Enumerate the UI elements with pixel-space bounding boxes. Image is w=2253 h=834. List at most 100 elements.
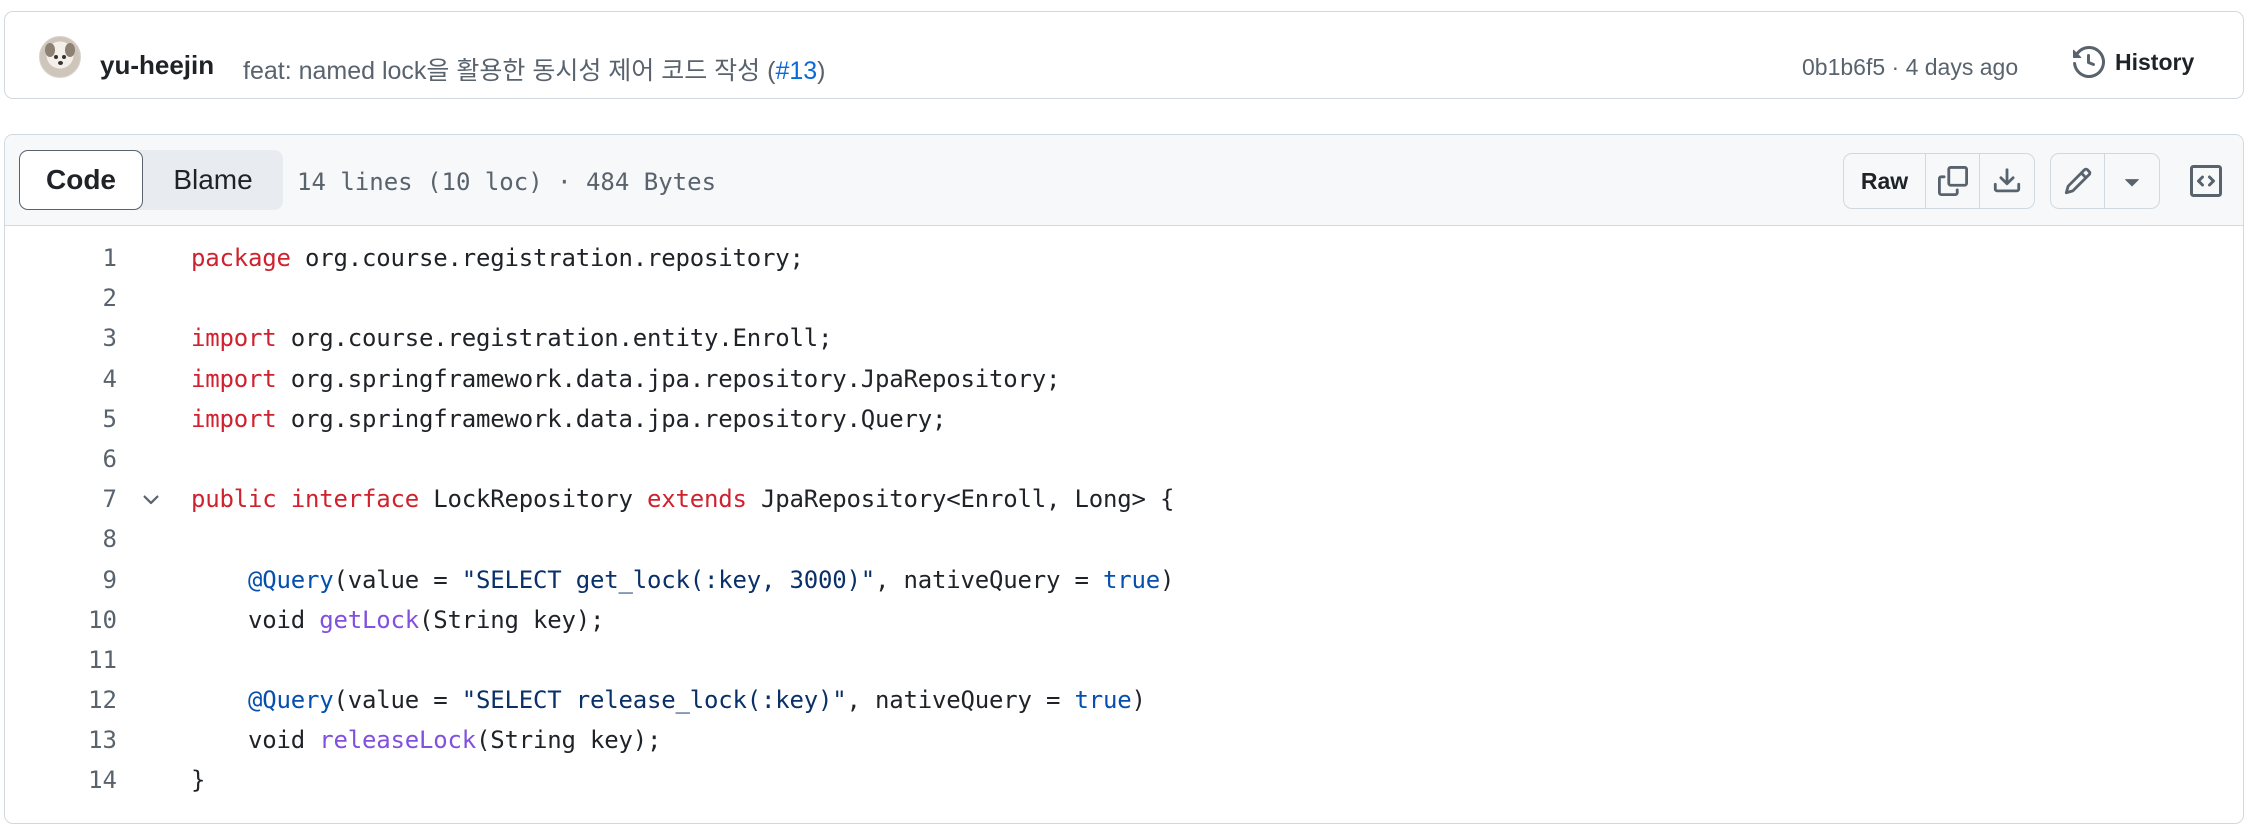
code-line[interactable]: 5 import org.springframework.data.jpa.rep… bbox=[5, 399, 2243, 439]
code-token: void bbox=[248, 726, 320, 755]
keyword-token: interface bbox=[290, 485, 419, 514]
code-token: org.course.registration.entity.Enroll; bbox=[290, 324, 833, 353]
code-token: } bbox=[191, 766, 206, 795]
code-text: @Query(value = "SELECT get_lock(:key, 30… bbox=[191, 566, 1174, 594]
code-line[interactable]: 1 package org.course.registration.reposit… bbox=[5, 238, 2243, 278]
code-line[interactable]: 11 bbox=[5, 640, 2243, 680]
code-listing[interactable]: 1 package org.course.registration.reposit… bbox=[5, 238, 2243, 801]
code-text: import org.springframework.data.jpa.repo… bbox=[191, 365, 1060, 393]
copy-button[interactable] bbox=[1926, 154, 1980, 208]
annotation-token: @Query bbox=[248, 565, 334, 594]
code-text: import org.course.registration.entity.En… bbox=[191, 324, 832, 352]
line-number[interactable]: 6 bbox=[5, 445, 117, 473]
view-mode-toggle: Code Blame bbox=[19, 150, 283, 210]
code-line[interactable]: 12 @Query(value = "SELECT release_lock(:… bbox=[5, 680, 2243, 720]
code-token: org.course.registration.repository; bbox=[305, 244, 804, 272]
code-line[interactable]: 2 bbox=[5, 278, 2243, 318]
tab-blame[interactable]: Blame bbox=[143, 150, 283, 210]
avatar-eye-right bbox=[62, 55, 66, 59]
code-text: import org.springframework.data.jpa.repo… bbox=[191, 405, 946, 433]
line-number[interactable]: 11 bbox=[5, 646, 117, 674]
line-number[interactable]: 1 bbox=[5, 244, 117, 272]
code-line[interactable]: 3 import org.course.registration.entity.E… bbox=[5, 318, 2243, 358]
keyword-token: import bbox=[191, 364, 277, 393]
code-token: (value = bbox=[333, 686, 462, 715]
code-text: public interface LockRepository extends … bbox=[191, 485, 1174, 513]
keyword-token: extends bbox=[647, 485, 747, 514]
file-header: Code Blame 14 lines (10 loc) · 484 Bytes… bbox=[5, 135, 2243, 226]
line-number[interactable]: 5 bbox=[5, 405, 117, 433]
code-token: ) bbox=[1159, 565, 1175, 594]
line-number[interactable]: 7 bbox=[5, 485, 117, 513]
tab-code[interactable]: Code bbox=[19, 150, 143, 210]
edit-actions-group bbox=[2050, 153, 2160, 209]
chevron-down-icon[interactable] bbox=[139, 488, 163, 512]
avatar-ear-right bbox=[65, 43, 75, 57]
string-token: "SELECT get_lock(:key, 3000)" bbox=[461, 565, 875, 594]
code-line[interactable]: 8 bbox=[5, 519, 2243, 559]
code-token: (String key); bbox=[419, 605, 605, 634]
line-number[interactable]: 2 bbox=[5, 284, 117, 312]
code-token: org.springframework.data.jpa.repository.… bbox=[290, 364, 1061, 393]
code-text: @Query(value = "SELECT release_lock(:key… bbox=[191, 686, 1146, 714]
code-token: void bbox=[248, 605, 320, 634]
commit-message-text[interactable]: feat: named lock을 활용한 동시성 제어 코드 작성 ( bbox=[243, 57, 775, 85]
code-text: package org.course.registration.reposito… bbox=[191, 244, 804, 272]
download-button[interactable] bbox=[1980, 154, 2034, 208]
annotation-token: @Query bbox=[248, 686, 334, 715]
annotation-token: true bbox=[1102, 565, 1160, 594]
line-number[interactable]: 14 bbox=[5, 766, 117, 794]
function-token: getLock bbox=[319, 605, 419, 634]
code-line[interactable]: 9 @Query(value = "SELECT get_lock(:key, … bbox=[5, 560, 2243, 600]
file-viewer: Code Blame 14 lines (10 loc) · 484 Bytes… bbox=[4, 134, 2244, 824]
file-stats: 14 lines (10 loc) · 484 Bytes bbox=[297, 168, 717, 196]
line-number[interactable]: 4 bbox=[5, 365, 117, 393]
code-token: org.springframework.data.jpa.repository.… bbox=[290, 404, 947, 433]
code-token: JpaRepository<Enroll, Long> { bbox=[761, 485, 1175, 514]
keyword-token: import bbox=[191, 404, 277, 433]
edit-dropdown-button[interactable] bbox=[2105, 154, 2159, 208]
keyword-token: import bbox=[191, 324, 277, 353]
code-line[interactable]: 7 public interface LockRepository extends… bbox=[5, 479, 2243, 519]
download-icon bbox=[1993, 168, 2021, 193]
code-token: ) bbox=[1131, 686, 1146, 715]
code-line[interactable]: 10 void getLock(String key); bbox=[5, 600, 2243, 640]
code-line[interactable]: 13 void releaseLock(String key); bbox=[5, 720, 2243, 760]
commit-sha-and-date[interactable]: 0b1b6f5 · 4 days ago bbox=[1802, 54, 2018, 81]
edit-button[interactable] bbox=[2051, 154, 2105, 208]
avatar-eye-left bbox=[54, 55, 58, 59]
line-number[interactable]: 10 bbox=[5, 606, 117, 634]
symbols-panel-button[interactable] bbox=[2181, 157, 2231, 205]
commit-message-suffix: ) bbox=[817, 57, 826, 85]
copy-icon bbox=[1937, 166, 1968, 196]
raw-button[interactable]: Raw bbox=[1844, 154, 1926, 208]
history-label: History bbox=[2115, 48, 2195, 75]
line-number[interactable]: 8 bbox=[5, 525, 117, 553]
history-icon bbox=[2073, 46, 2105, 78]
pull-request-link[interactable]: #13 bbox=[775, 57, 817, 85]
code-token: (value = bbox=[333, 565, 462, 594]
avatar[interactable] bbox=[39, 36, 81, 78]
triangle-down-icon bbox=[2125, 179, 2139, 187]
commit-author[interactable]: yu-heejin bbox=[100, 50, 214, 81]
code-token: , nativeQuery = bbox=[846, 686, 1075, 715]
line-number[interactable]: 12 bbox=[5, 686, 117, 714]
commit-message[interactable]: feat: named lock을 활용한 동시성 제어 코드 작성 (#13) bbox=[243, 51, 825, 87]
pencil-icon bbox=[2064, 167, 2091, 195]
avatar-nose bbox=[58, 61, 63, 65]
latest-commit-bar: yu-heejin feat: named lock을 활용한 동시성 제어 코… bbox=[4, 11, 2244, 99]
history-button[interactable]: History bbox=[2073, 42, 2194, 82]
file-actions-group: Raw bbox=[1843, 153, 2035, 209]
code-text: void getLock(String key); bbox=[191, 606, 604, 634]
code-token: , nativeQuery = bbox=[874, 565, 1103, 594]
line-number[interactable]: 3 bbox=[5, 324, 117, 352]
line-number[interactable]: 13 bbox=[5, 726, 117, 754]
line-number[interactable]: 9 bbox=[5, 566, 117, 594]
code-token: LockRepository bbox=[433, 485, 633, 514]
code-line[interactable]: 6 bbox=[5, 439, 2243, 479]
code-token: (String key); bbox=[476, 726, 662, 755]
keyword-token: package bbox=[191, 244, 291, 272]
code-line[interactable]: 14} bbox=[5, 760, 2243, 800]
code-line[interactable]: 4 import org.springframework.data.jpa.rep… bbox=[5, 359, 2243, 399]
function-token: releaseLock bbox=[319, 726, 476, 755]
